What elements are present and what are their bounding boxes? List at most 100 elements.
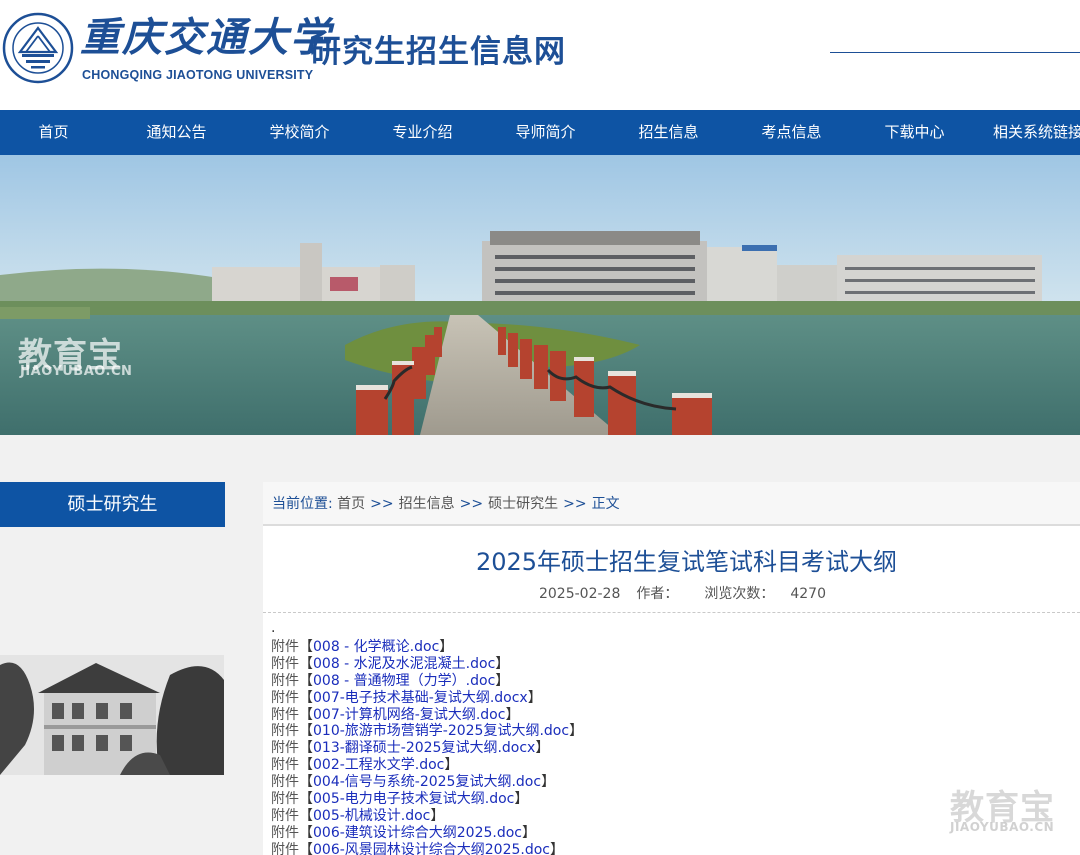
article-author-label: 作者： [636,586,679,602]
attachment-prefix: 附件 [271,723,299,740]
campus-banner [0,155,1080,435]
article-title: 2025年硕士招生复试笔试科目考试大纲 [475,548,898,576]
attachment-item: 附件【007-电子技术基础-复试大纲.docx】 [271,690,1071,707]
article-views-label: 浏览次数： [704,586,775,602]
attachment-prefix: 附件 [271,672,299,689]
sidebar-photo [0,655,224,775]
breadcrumb-separator: >> [563,496,587,512]
nav-item-about[interactable]: 学校简介 [246,110,353,155]
attachment-link[interactable]: 005-电力电子技术复试大纲.doc [313,791,514,807]
breadcrumb: 当前位置: 首页 >> 招生信息 >> 硕士研究生 >> 正文 [272,495,620,513]
attachment-bracket-open: 【 [299,689,313,706]
nav-item-admissions[interactable]: 招生信息 [615,110,722,155]
sidebar-title[interactable]: 硕士研究生 [0,482,225,527]
logo-text-cn[interactable]: 重庆交通大学 [80,14,332,62]
main-nav: 首页 通知公告 学校简介 专业介绍 导师简介 招生信息 考点信息 下载中心 相关… [0,110,1080,155]
attachment-link[interactable]: 002-工程水文学.doc [313,757,444,773]
attachment-bracket-close: 】 [541,774,556,791]
attachment-bracket-open: 【 [299,791,313,808]
attachment-bracket-open: 【 [299,706,313,723]
attachment-bracket-open: 【 [299,824,313,841]
attachment-bracket-close: 】 [505,706,520,723]
attachment-bracket-close: 】 [522,824,537,841]
attachment-bracket-close: 】 [444,757,459,774]
breadcrumb-label: 当前位置: [272,496,333,512]
attachment-bracket-close: 】 [535,740,550,757]
attachment-prefix: 附件 [271,655,299,672]
attachment-bracket-open: 【 [299,757,313,774]
watermark-text-en: JIAOYUBAO.CN [20,364,133,379]
article-date: 2025-02-28 [538,586,621,602]
attachment-item: 附件【006-风景园林设计综合大纲2025.doc】 [271,842,1071,855]
breadcrumb-link-admissions[interactable]: 招生信息 [399,496,455,512]
attachment-prefix: 附件 [271,824,299,841]
breadcrumb-bar: 当前位置: 首页 >> 招生信息 >> 硕士研究生 >> 正文 [263,482,1080,526]
attachment-link[interactable]: 007-计算机网络-复试大纲.doc [313,707,505,723]
attachment-bracket-close: 】 [514,791,529,808]
attachment-link[interactable]: 006-建筑设计综合大纲2025.doc [313,825,522,841]
attachment-bracket-open: 【 [299,672,313,689]
attachment-prefix: 附件 [271,774,299,791]
breadcrumb-current: 正文 [591,496,620,512]
attachment-bracket-open: 【 [299,639,313,655]
watermark-corner-en: JIAOYUBAO.CN [950,820,1055,834]
historic-building-image [0,655,224,775]
attachment-bracket-close: 】 [569,723,584,740]
attachment-link[interactable]: 004-信号与系统-2025复试大纲.doc [313,774,541,790]
attachment-bracket-open: 【 [299,723,313,740]
attachment-bracket-close: 】 [495,655,510,672]
attachment-link[interactable]: 010-旅游市场营销学-2025复试大纲.doc [313,723,569,739]
attachment-prefix: 附件 [271,841,299,855]
header-divider [830,52,1080,53]
attachment-link[interactable]: 007-电子技术基础-复试大纲.docx [313,690,528,706]
attachment-bracket-open: 【 [299,655,313,672]
attachment-prefix: 附件 [271,706,299,723]
attachment-prefix: 附件 [271,689,299,706]
attachment-item: 附件【007-计算机网络-复试大纲.doc】 [271,707,1071,724]
attachment-link[interactable]: 008 - 化学概论.doc [313,639,439,655]
article-dot: . [271,620,276,636]
logo-text-en: CHONGQING JIAOTONG UNIVERSITY [82,68,314,82]
site-header: 重庆交通大学 CHONGQING JIAOTONG UNIVERSITY 研究生… [0,0,1080,110]
attachment-bracket-close: 】 [430,807,445,824]
attachment-link[interactable]: 013-翻译硕士-2025复试大纲.docx [313,740,535,756]
nav-item-notices[interactable]: 通知公告 [123,110,230,155]
attachment-prefix: 附件 [271,791,299,808]
attachment-link[interactable]: 006-风景园林设计综合大纲2025.doc [313,842,550,855]
attachment-item: 附件【008 - 水泥及水泥混凝土.doc】 [271,656,1071,673]
breadcrumb-link-masters[interactable]: 硕士研究生 [488,496,558,512]
attachment-bracket-close: 】 [527,689,542,706]
attachment-prefix: 附件 [271,757,299,774]
attachment-item: 附件【013-翻译硕士-2025复试大纲.docx】 [271,740,1071,757]
attachment-prefix: 附件 [271,639,299,655]
article-meta: 2025-02-28 作者： 浏览次数： 4270 [263,585,1080,603]
attachment-prefix: 附件 [271,740,299,757]
attachment-bracket-open: 【 [299,774,313,791]
attachment-bracket-open: 【 [299,841,313,855]
breadcrumb-separator: >> [370,496,394,512]
attachment-item: 附件【008 - 普通物理（力学）.doc】 [271,673,1071,690]
campus-banner-image [0,155,1080,435]
breadcrumb-separator: >> [459,496,484,512]
nav-item-majors[interactable]: 专业介绍 [369,110,476,155]
attachment-link[interactable]: 008 - 普通物理（力学）.doc [313,673,495,689]
attachment-bracket-close: 】 [550,841,565,855]
nav-item-home[interactable]: 首页 [0,110,107,155]
meta-divider [263,612,1080,613]
attachment-bracket-close: 】 [439,639,454,655]
breadcrumb-link-home[interactable]: 首页 [337,496,365,512]
attachment-item: 附件【002-工程水文学.doc】 [271,757,1071,774]
attachment-bracket-open: 【 [299,807,313,824]
attachment-item: 附件【008 - 化学概论.doc】 [271,639,1071,656]
attachment-prefix: 附件 [271,807,299,824]
university-emblem-icon[interactable] [2,12,74,84]
nav-item-related-links[interactable]: 相关系统链接 [984,110,1080,155]
nav-item-exam-sites[interactable]: 考点信息 [738,110,845,155]
nav-item-downloads[interactable]: 下载中心 [861,110,968,155]
nav-item-supervisors[interactable]: 导师简介 [492,110,599,155]
attachment-bracket-open: 【 [299,740,313,757]
site-title[interactable]: 研究生招生信息网 [310,30,566,74]
attachment-link[interactable]: 005-机械设计.doc [313,808,430,824]
attachment-item: 附件【010-旅游市场营销学-2025复试大纲.doc】 [271,723,1071,740]
attachment-link[interactable]: 008 - 水泥及水泥混凝土.doc [313,656,495,672]
